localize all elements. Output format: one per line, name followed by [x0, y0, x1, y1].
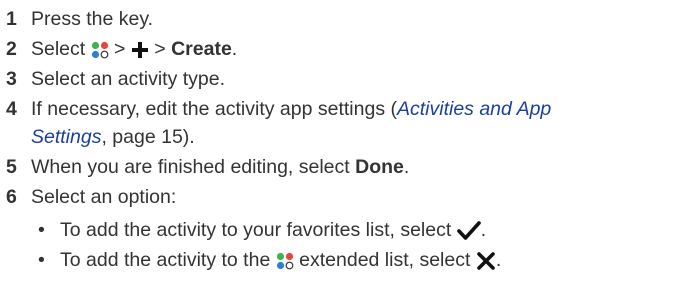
plus-icon	[131, 41, 149, 59]
manual-page: 1 Press the key. 2 Select > > Create. 3 …	[0, 0, 684, 304]
option-text: To add the activity to the extended list…	[60, 246, 501, 274]
step-text-line1: If necessary, edit the activity app sett…	[31, 95, 551, 123]
checkmark-icon	[456, 221, 481, 241]
activities-settings-link[interactable]: Activities and App	[397, 98, 551, 120]
option-text-pre: To add the activity to your favorites li…	[60, 219, 452, 241]
x-icon	[476, 251, 496, 271]
step-number: 2	[6, 38, 17, 60]
settings-link[interactable]: Settings	[31, 126, 101, 148]
step-text-post: .	[403, 156, 410, 178]
step-number: 1	[6, 8, 17, 30]
step-text-pre: Select	[31, 38, 86, 60]
create-label: Create	[171, 38, 232, 60]
option-text-pre: To add the activity to the	[60, 249, 271, 271]
step-text: Select an option:	[31, 186, 177, 208]
step-number: 4	[6, 98, 17, 120]
step-text-pre: If necessary, edit the activity app sett…	[31, 98, 397, 120]
option-text: To add the activity to your favorites li…	[60, 216, 486, 244]
apps-icon	[91, 41, 109, 59]
step-text: Press the key.	[31, 8, 154, 30]
separator: >	[154, 38, 166, 60]
step-number: 5	[6, 156, 17, 178]
separator: >	[114, 38, 126, 60]
option-text-post: .	[480, 219, 487, 241]
option-text-post: .	[495, 249, 502, 271]
option-text-mid: extended list, select	[299, 249, 471, 271]
step-text: Select > > Create.	[31, 35, 237, 63]
step-text-post: .	[231, 38, 238, 60]
step-text-line2: Settings, page 15).	[31, 123, 195, 151]
bullet-mark: •	[38, 219, 45, 241]
step-text: When you are finished editing, select Do…	[31, 153, 409, 181]
step-text-pre: When you are finished editing, select	[31, 156, 356, 178]
done-label: Done	[355, 156, 404, 178]
step-number: 6	[6, 186, 17, 208]
step-number: 3	[6, 68, 17, 90]
apps-icon	[276, 252, 294, 270]
bullet-mark: •	[38, 249, 45, 271]
step-text-post: , page 15).	[101, 126, 195, 148]
step-text: Select an activity type.	[31, 68, 226, 90]
